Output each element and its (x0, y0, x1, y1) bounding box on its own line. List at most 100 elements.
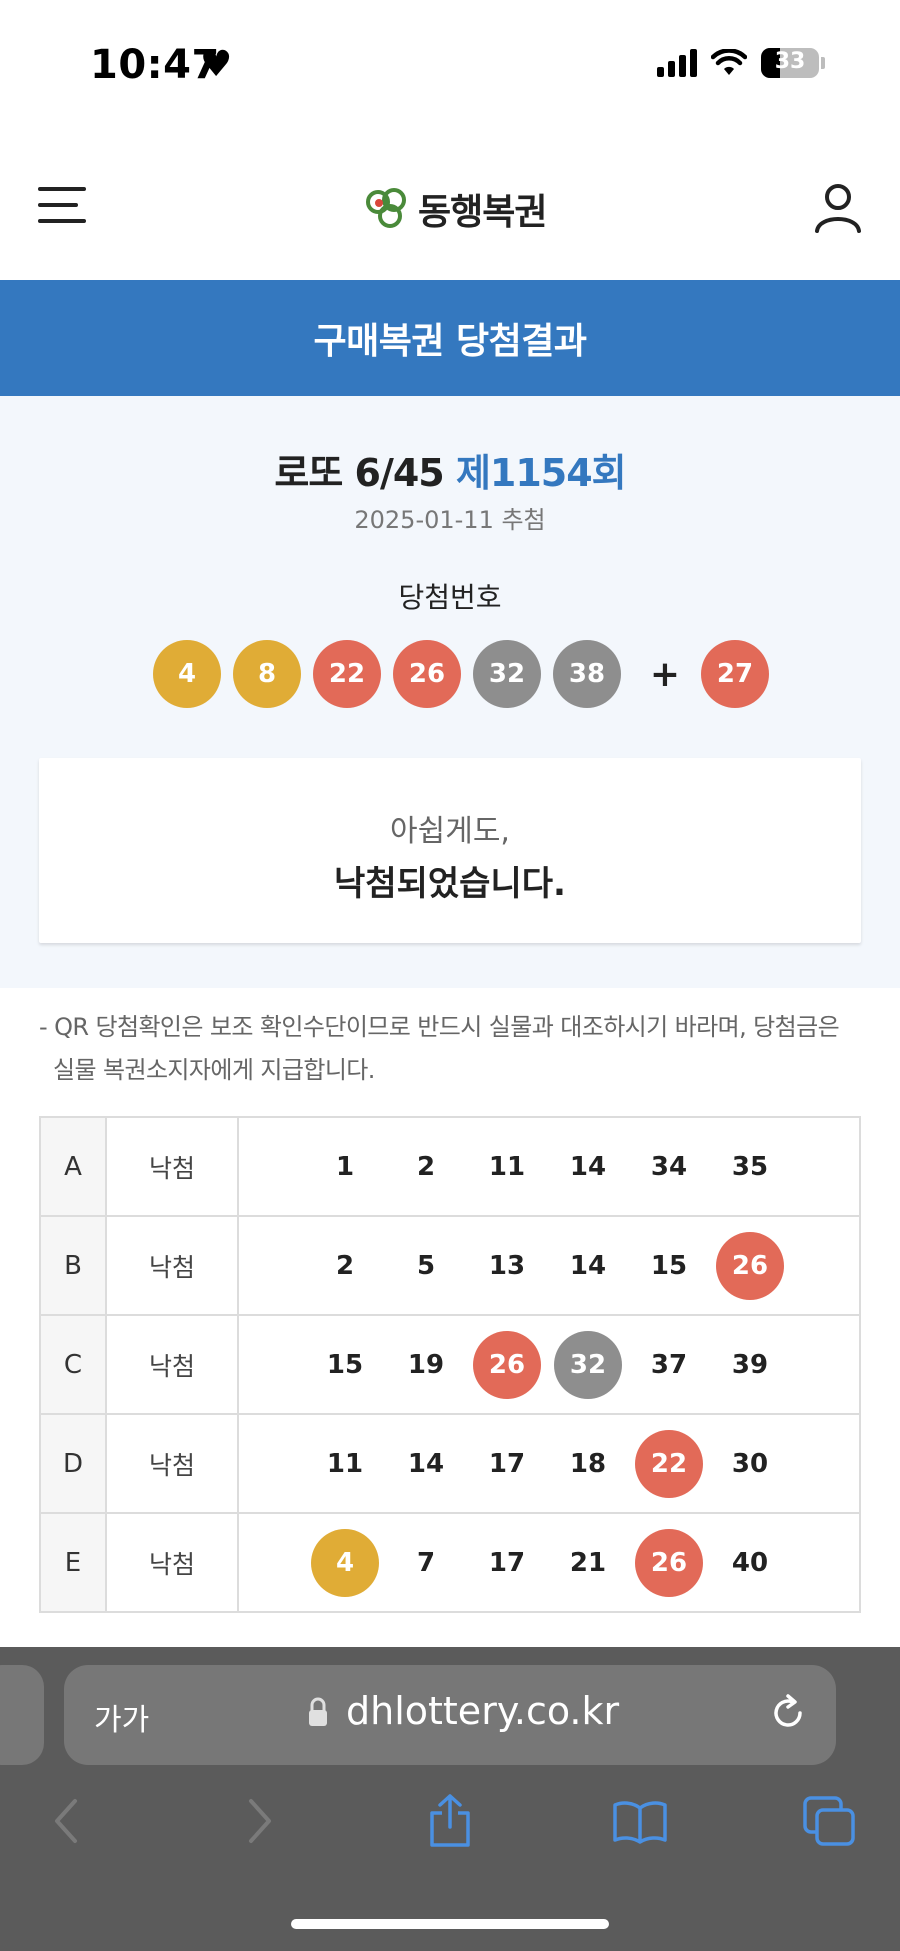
winning-numbers-label: 당첨번호 (398, 581, 502, 614)
back-icon[interactable] (36, 1791, 96, 1851)
ticket-numbers: 11 14 17 18 22 30 (237, 1413, 861, 1514)
app-header: 동행복권 (0, 135, 900, 280)
battery-icon: 33 (761, 48, 819, 78)
ticket-result: 낙첨 (105, 1215, 239, 1316)
ticket-number: 26 (473, 1330, 541, 1399)
result-sub-text: 아쉽게도, (390, 814, 510, 849)
ticket-number: 18 (569, 1448, 607, 1479)
user-icon[interactable] (812, 181, 864, 233)
ticket-number: 5 (416, 1250, 436, 1281)
draw-round: 제1154회 (455, 451, 627, 495)
cellular-signal-icon (657, 49, 697, 77)
winning-ball: 32 (473, 640, 541, 708)
reload-icon[interactable] (768, 1693, 808, 1733)
tabs-icon[interactable] (800, 1791, 860, 1851)
menu-icon[interactable] (38, 187, 86, 227)
ticket-number: 35 (731, 1151, 769, 1182)
draw-date: 2025-01-11 추첨 (354, 506, 546, 534)
ticket-number: 39 (731, 1349, 769, 1380)
text-size-button[interactable]: 가가 (94, 1695, 149, 1739)
result-message-box: 아쉽게도, 낙첨되었습니다. (39, 758, 861, 943)
ticket-number: 14 (407, 1448, 445, 1479)
ticket-number: 19 (407, 1349, 445, 1380)
ticket-row: C 낙첨 15 19 26 32 37 39 (39, 1314, 861, 1415)
status-indicators: 33 (657, 48, 825, 78)
ticket-number: 30 (731, 1448, 769, 1479)
ticket-result: 낙첨 (105, 1413, 239, 1514)
ticket-number: 14 (569, 1151, 607, 1182)
bookmarks-icon[interactable] (610, 1791, 670, 1851)
ticket-result: 낙첨 (105, 1512, 239, 1613)
ticket-number: 11 (326, 1448, 364, 1479)
ticket-number: 37 (650, 1349, 688, 1380)
ticket-id: D (39, 1413, 107, 1514)
ticket-number: 1 (335, 1151, 355, 1182)
ticket-id: C (39, 1314, 107, 1415)
logo-text: 동행복권 (418, 192, 547, 233)
winning-ball: 26 (393, 640, 461, 708)
ticket-numbers: 4 7 17 21 26 40 (237, 1512, 861, 1613)
ticket-number: 7 (416, 1547, 436, 1578)
ticket-number: 22 (635, 1429, 703, 1498)
ticket-numbers: 1 2 11 14 34 35 (237, 1116, 861, 1217)
ticket-row: E 낙첨 4 7 17 21 26 40 (39, 1512, 861, 1613)
ticket-number: 2 (335, 1250, 355, 1281)
logo[interactable]: 동행복권 (364, 183, 547, 235)
winning-numbers: 4 8 22 26 32 38 + 27 (153, 640, 781, 708)
page-title-bar: 구매복권 당첨결과 (0, 280, 900, 396)
ticket-id: A (39, 1116, 107, 1217)
ticket-table: A 낙첨 1 2 11 14 34 35 B 낙첨 2 5 13 14 15 26 C 낙첨 15 19 26 32 37 3… (39, 1116, 861, 1613)
ticket-number: 15 (326, 1349, 364, 1380)
ticket-number: 15 (650, 1250, 688, 1281)
game-name: 로또 6/45 (274, 451, 444, 495)
qr-notice: - QR 당첨확인은 보조 확인수단이므로 반드시 실물과 대조하시기 바라며,… (39, 1013, 840, 1084)
status-bar: 10:47 ♥ 33 (0, 0, 900, 135)
ticket-number: 26 (716, 1231, 784, 1300)
bonus-ball: 27 (701, 640, 769, 708)
battery-percent: 33 (774, 49, 806, 74)
previous-tab-pill[interactable] (0, 1665, 44, 1765)
ticket-number: 13 (488, 1250, 526, 1281)
result-main-text: 낙첨되었습니다. (334, 864, 566, 904)
logo-icon (366, 188, 406, 228)
ticket-numbers: 2 5 13 14 15 26 (237, 1215, 861, 1316)
heart-icon: ♥ (200, 44, 233, 85)
ticket-result: 낙첨 (105, 1314, 239, 1415)
winning-ball: 22 (313, 640, 381, 708)
ticket-row: D 낙첨 11 14 17 18 22 30 (39, 1413, 861, 1514)
lock-icon (309, 1697, 327, 1726)
ticket-id: E (39, 1512, 107, 1613)
ticket-number: 14 (569, 1250, 607, 1281)
ticket-row: A 낙첨 1 2 11 14 34 35 (39, 1116, 861, 1217)
ticket-number: 32 (554, 1330, 622, 1399)
share-icon[interactable] (420, 1791, 480, 1851)
plus-sign: + (649, 653, 681, 695)
battery-tip (821, 57, 825, 69)
wifi-icon (711, 49, 747, 75)
ticket-numbers: 15 19 26 32 37 39 (237, 1314, 861, 1415)
ticket-number: 26 (635, 1528, 703, 1597)
winning-ball: 8 (233, 640, 301, 708)
winning-ball: 38 (553, 640, 621, 708)
ticket-number: 21 (569, 1547, 607, 1578)
ticket-number: 2 (416, 1151, 436, 1182)
home-indicator (291, 1919, 609, 1929)
ticket-number: 11 (488, 1151, 526, 1182)
ticket-number: 34 (650, 1151, 688, 1182)
ticket-result: 낙첨 (105, 1116, 239, 1217)
url-text[interactable]: dhlottery.co.kr (346, 1689, 619, 1733)
ticket-number: 17 (488, 1448, 526, 1479)
page-title: 구매복권 당첨결과 (313, 321, 588, 362)
forward-icon[interactable] (230, 1791, 290, 1851)
ticket-row: B 낙첨 2 5 13 14 15 26 (39, 1215, 861, 1316)
winning-ball: 4 (153, 640, 221, 708)
ticket-number: 17 (488, 1547, 526, 1578)
browser-nav-row (0, 1791, 900, 1871)
ticket-number: 4 (311, 1528, 379, 1597)
browser-toolbar: 가가 dhlottery.co.kr (0, 1647, 900, 1951)
address-bar[interactable]: 가가 dhlottery.co.kr (64, 1665, 836, 1765)
draw-title: 로또 6/45 제1154회 (0, 442, 900, 497)
ticket-id: B (39, 1215, 107, 1316)
draw-result-section: 로또 6/45 제1154회 2025-01-11 추첨 당첨번호 4 8 22… (0, 396, 900, 988)
ticket-number: 40 (731, 1547, 769, 1578)
